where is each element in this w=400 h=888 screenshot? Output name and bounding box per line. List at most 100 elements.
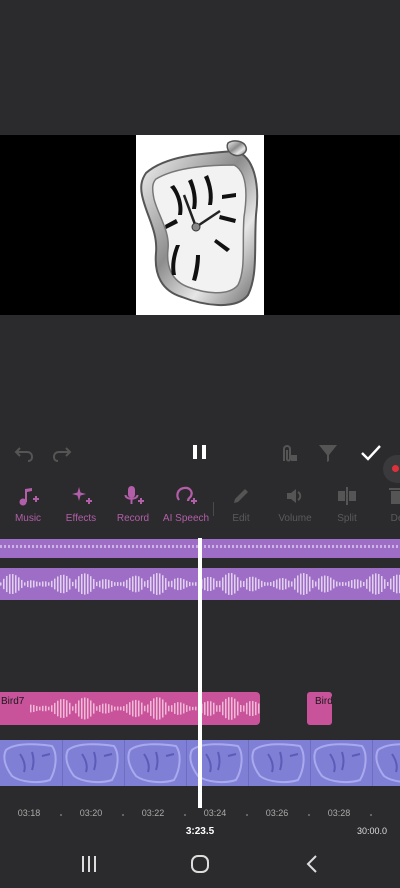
waveform-bar (135, 699, 137, 718)
video-thumbnail (124, 740, 187, 786)
waveform-bar (102, 579, 104, 589)
waveform-bar (186, 580, 188, 588)
edit-button[interactable]: Edit (213, 484, 269, 524)
pause-icon (193, 445, 197, 459)
edit-label: Edit (232, 513, 250, 524)
playhead[interactable] (198, 538, 202, 808)
waveform-bar (219, 580, 221, 588)
waveform-bar (210, 577, 212, 591)
waveform-bar (114, 706, 116, 711)
waveform-bar (99, 705, 101, 712)
waveform-bar (309, 576, 311, 592)
sound-clip[interactable]: Bird7 (0, 692, 260, 725)
waveform-bar (90, 700, 92, 717)
pencil-icon (234, 489, 248, 503)
waveform-bar (84, 573, 86, 595)
waveform-bar (174, 703, 176, 714)
effects-button[interactable]: Effects (53, 484, 109, 524)
waveform-bar (330, 577, 332, 591)
undo-icon[interactable] (12, 441, 36, 465)
waveform-bar (156, 697, 158, 720)
waveform-bar (69, 702, 71, 715)
waveform-bar (360, 580, 362, 588)
music-plus-icon (19, 488, 39, 506)
record-button[interactable]: Record (105, 484, 161, 524)
waveform-bar (243, 705, 245, 712)
waveform-bar (147, 704, 149, 713)
waveform-bar (237, 577, 239, 591)
waveform-bar (159, 573, 161, 595)
time-ruler[interactable]: 03:18 03:20 03:22 03:24 03:26 03:28 (0, 808, 400, 824)
waveform-bar (255, 701, 257, 716)
sound-clip-label: Bird7 (1, 696, 25, 707)
waveform-bar (252, 576, 254, 592)
waveform-bar (255, 577, 257, 591)
waveform-bar (174, 578, 176, 590)
waveform-bar (207, 701, 209, 716)
filter-icon[interactable] (316, 441, 340, 465)
waveform-bar (315, 581, 317, 587)
waveform-bar (231, 697, 233, 720)
mic-plus-icon (124, 486, 144, 504)
sound-clip[interactable]: Bird (307, 692, 332, 725)
back-button[interactable] (297, 852, 327, 876)
home-button[interactable] (185, 852, 215, 876)
music-label: Music (14, 513, 42, 524)
waveform-bar (69, 578, 71, 590)
audio-toolbar: Music Effects Record AI Speech Edit Volu… (0, 476, 400, 538)
waveform-bar (228, 573, 230, 595)
waveform-bar (177, 702, 179, 715)
waveform-bar (321, 576, 323, 592)
waveform-bar (252, 700, 254, 717)
waveform-bar (348, 581, 350, 587)
volume-button[interactable]: Volume (267, 484, 323, 524)
waveform-bar (63, 698, 65, 719)
clip-icon[interactable] (278, 441, 300, 465)
waveform-bar (144, 705, 146, 712)
waveform-bar (231, 573, 233, 595)
split-button[interactable]: Split (319, 484, 375, 524)
waveform-bar (18, 577, 20, 591)
delete-button[interactable]: De (369, 484, 400, 524)
waveform-bar (258, 703, 260, 714)
waveform-bar (162, 575, 164, 593)
toolbar-divider (213, 502, 214, 516)
recents-button[interactable] (74, 852, 104, 876)
waveform-bar (81, 574, 83, 594)
waveform-bar (393, 575, 395, 593)
waveform-bar (183, 703, 185, 714)
waveform-bar (126, 579, 128, 589)
effects-label: Effects (65, 513, 97, 524)
waveform-bar (45, 581, 47, 587)
waveform-bar (357, 579, 359, 589)
waveform-bar (21, 579, 23, 589)
waveform-bar (168, 581, 170, 587)
waveform-bar (81, 698, 83, 719)
split-label: Split (337, 513, 357, 524)
waveform-bar (327, 576, 329, 592)
waveform-bar (111, 705, 113, 712)
waveform-bar (141, 702, 143, 715)
waveform-bar (153, 698, 155, 719)
waveform-bar (213, 702, 215, 715)
waveform-bar (297, 575, 299, 593)
waveform-bar (156, 573, 158, 595)
pause-button[interactable] (189, 441, 211, 465)
waveform-bar (294, 578, 296, 590)
confirm-button[interactable] (358, 441, 384, 465)
ruler-tick: 03:24 (203, 808, 227, 818)
waveform-bar (96, 581, 98, 587)
waveform-bar (345, 582, 347, 586)
music-button[interactable]: Music (0, 484, 56, 524)
waveform-bar (390, 578, 392, 590)
waveform-bar (66, 575, 68, 593)
video-thumbnail (310, 740, 373, 786)
waveform-bar (246, 578, 248, 590)
waveform-bar (138, 576, 140, 592)
waveform-bar (87, 698, 89, 719)
waveform-bar (249, 701, 251, 716)
redo-icon[interactable] (50, 441, 74, 465)
waveform-bar (123, 581, 125, 587)
waveform-bar (243, 581, 245, 587)
ai-speech-button[interactable]: AI Speech (158, 484, 214, 524)
